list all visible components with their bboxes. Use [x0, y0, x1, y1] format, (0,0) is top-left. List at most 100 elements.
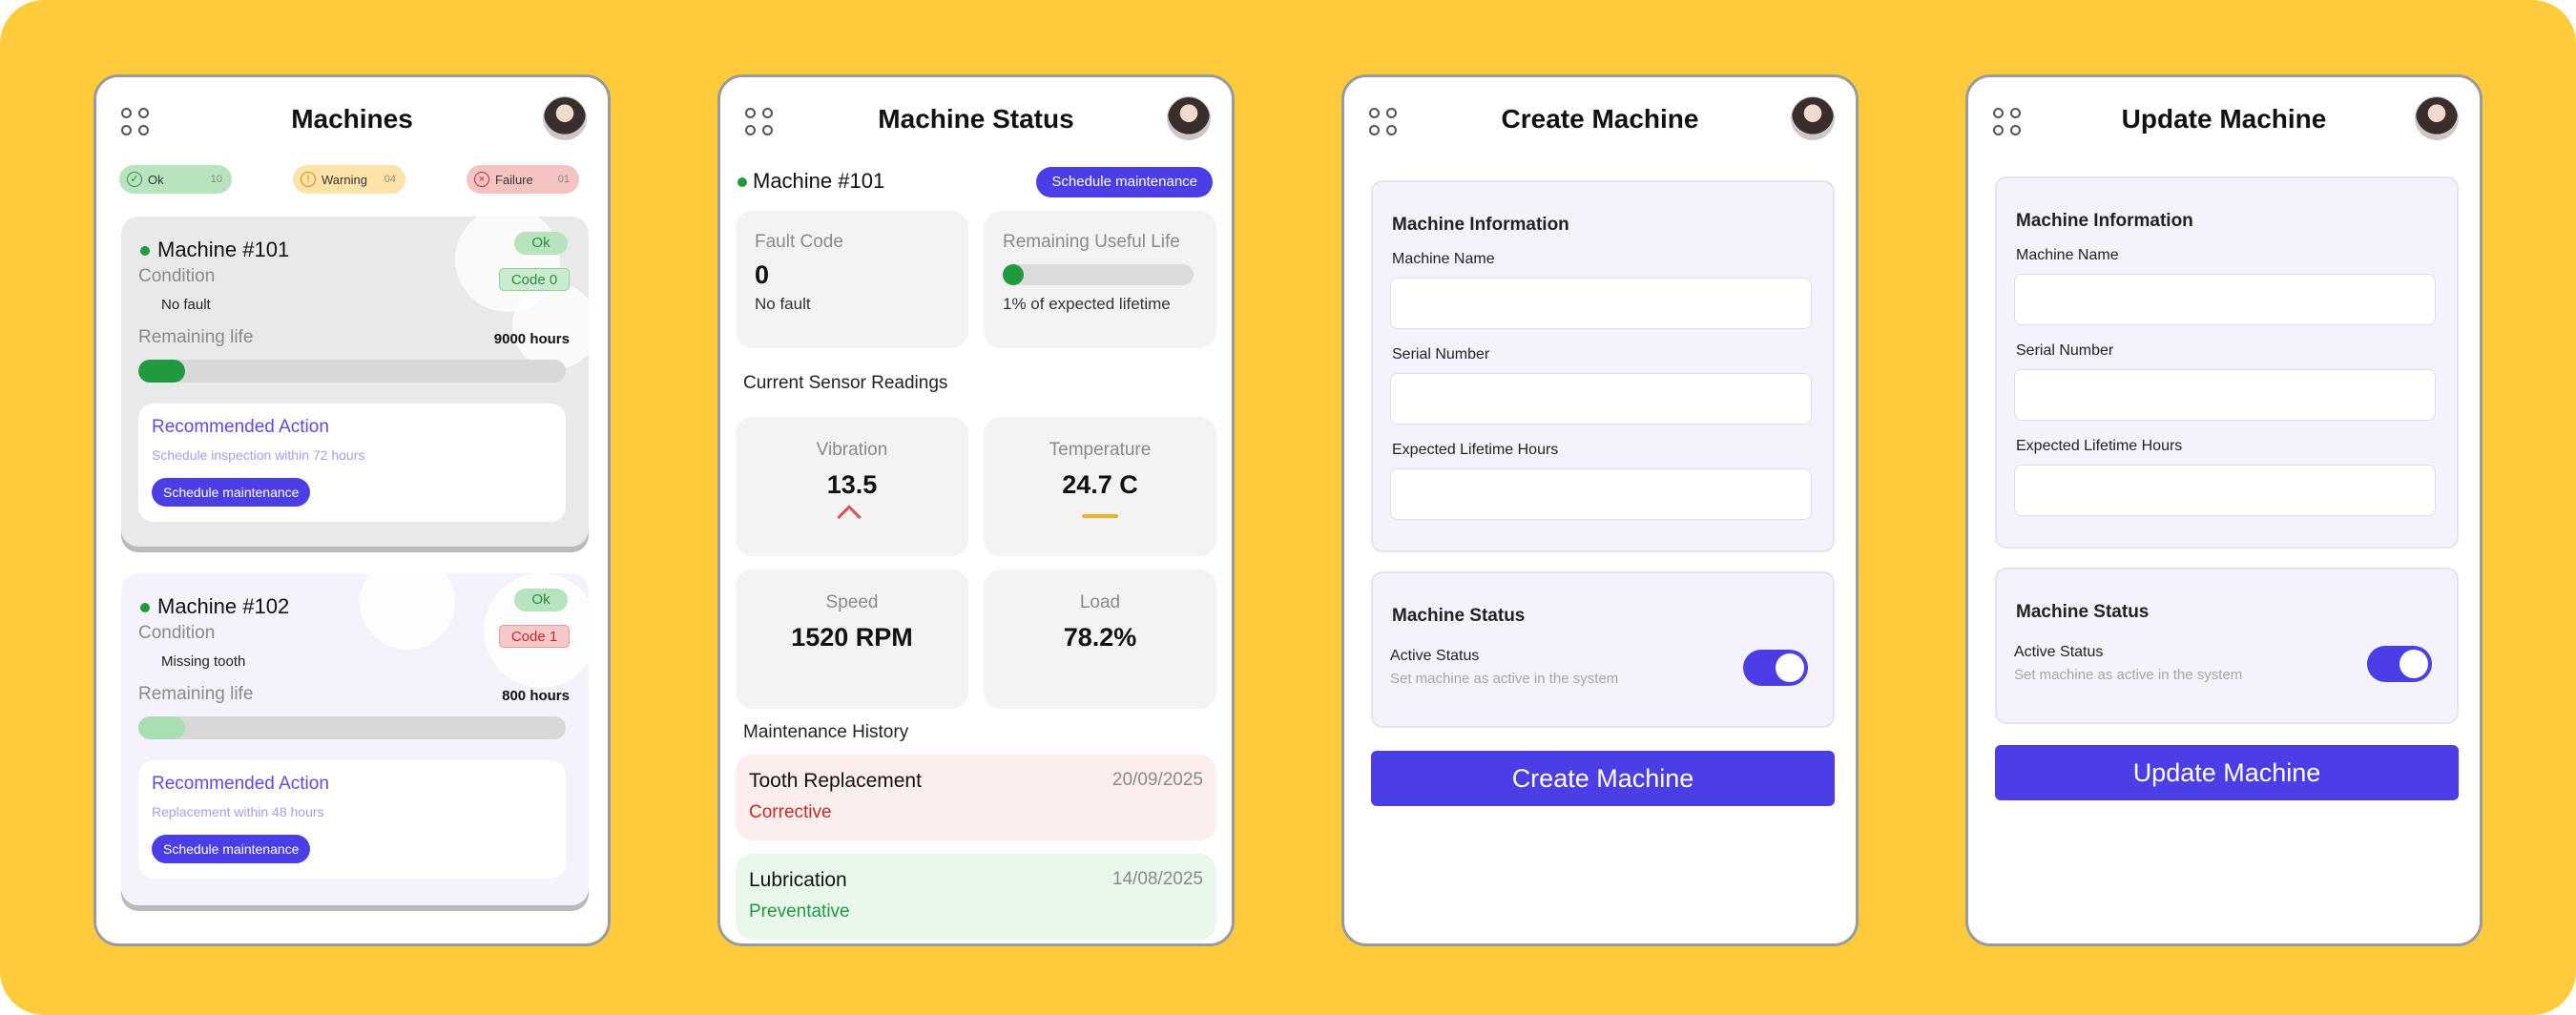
rul-desc: 1% of expected lifetime [1003, 295, 1171, 313]
condition-value: Missing tooth [161, 653, 246, 670]
remaining-hours: 800 hours [502, 688, 570, 704]
active-status-description: Set machine as active in the system [1390, 671, 1619, 687]
life-progress-fill [138, 716, 186, 739]
lifetime-hours-input[interactable] [1390, 468, 1812, 520]
machine-card[interactable]: Machine #101 Ok Code 0 Condition No faul… [121, 217, 589, 547]
x-circle-icon: × [474, 172, 489, 187]
recommended-action: Recommended Action Schedule inspection w… [138, 404, 566, 522]
gear-decoration [512, 283, 589, 369]
machine-name-label: Machine Name [2016, 247, 2119, 263]
serial-number-input[interactable] [2014, 369, 2436, 421]
sensor-value: 1520 RPM [791, 623, 913, 652]
sensor-label: Load [1079, 592, 1121, 612]
lifetime-hours-input[interactable] [2014, 465, 2436, 516]
machine-name: Machine #101 [157, 238, 290, 261]
update-machine-button[interactable]: Update Machine [1995, 745, 2459, 800]
serial-number-label: Serial Number [2016, 342, 2114, 359]
machine-name-input[interactable] [2014, 274, 2436, 325]
filter-warning-count: 04 [384, 174, 396, 185]
sensor-tile-load: Load 78.2% [984, 570, 1216, 709]
chevron-up-icon [837, 505, 862, 529]
remaining-life-label: Remaining life [138, 327, 254, 347]
active-status-label: Active Status [2014, 644, 2104, 660]
rul-progress-fill [1003, 264, 1024, 285]
filter-ok-count: 10 [210, 174, 222, 185]
rec-subtitle: Replacement within 48 hours [152, 804, 324, 819]
sensor-value: 24.7 C [1062, 470, 1138, 499]
machine-name-input[interactable] [1390, 278, 1812, 329]
section-title: Machine Status [1392, 606, 1526, 626]
status-badge: Ok [514, 589, 568, 611]
schedule-maintenance-button[interactable]: Schedule maintenance [1036, 167, 1213, 197]
serial-number-input[interactable] [1390, 373, 1812, 425]
rec-title: Recommended Action [152, 774, 329, 794]
sensor-value: 78.2% [1063, 623, 1137, 652]
page-title: Create Machine [1501, 104, 1699, 134]
page-title: Machine Status [878, 104, 1074, 134]
avatar[interactable] [1167, 96, 1211, 140]
avatar[interactable] [2415, 96, 2459, 140]
dash-icon [1082, 514, 1118, 518]
remaining-hours: 9000 hours [493, 331, 570, 347]
active-status-toggle[interactable] [2367, 646, 2432, 682]
status-badge: Ok [514, 232, 568, 255]
lifetime-hours-label: Expected Lifetime Hours [2016, 438, 2183, 454]
lifetime-hours-label: Expected Lifetime Hours [1392, 442, 1559, 458]
fault-code-label: Fault Code [755, 232, 843, 252]
history-item[interactable]: Lubrication 14/08/2025 Preventative [736, 854, 1216, 940]
avatar[interactable] [1791, 96, 1835, 140]
history-date: 20/09/2025 [1111, 770, 1203, 790]
fault-code-tag: Code 1 [499, 625, 570, 648]
sensor-readings-heading: Current Sensor Readings [743, 373, 948, 393]
active-status-label: Active Status [1390, 648, 1480, 664]
sensor-value: 13.5 [826, 470, 878, 499]
toggle-knob [2399, 650, 2428, 678]
create-machine-screen: Create Machine Machine Information Machi… [1341, 74, 1859, 946]
sensor-label: Temperature [1049, 440, 1152, 460]
remaining-life-label: Remaining life [138, 684, 254, 704]
header: Machines [96, 77, 608, 167]
history-type: Preventative [749, 901, 850, 922]
schedule-maintenance-button[interactable]: Schedule maintenance [152, 478, 311, 507]
rul-progress [1003, 264, 1194, 285]
page-title: Update Machine [2121, 104, 2327, 134]
machine-name: Machine #101 [753, 169, 885, 193]
check-circle-icon: ✓ [127, 172, 142, 187]
avatar[interactable] [543, 96, 587, 140]
update-machine-screen: Update Machine Machine Information Machi… [1965, 74, 2483, 946]
condition-value: No fault [161, 297, 211, 313]
machine-card[interactable]: Machine #102 Ok Code 1 Condition Missing… [121, 573, 589, 905]
rec-subtitle: Schedule inspection within 72 hours [152, 447, 365, 463]
history-title: Lubrication [749, 869, 847, 891]
condition-label: Condition [138, 266, 216, 286]
filter-ok[interactable]: ✓ Ok 10 [119, 165, 232, 194]
fault-code-tile: Fault Code 0 No fault [736, 211, 968, 348]
life-progress [138, 360, 566, 383]
sensor-label: Vibration [816, 440, 888, 460]
status-filter: ✓ Ok 10 ! Warning 04 × Failure 01 [119, 165, 579, 194]
machine-information-section: Machine Information Machine Name Serial … [1371, 180, 1835, 552]
rul-tile: Remaining Useful Life 1% of expected lif… [984, 211, 1216, 348]
header: Create Machine [1344, 77, 1856, 167]
fault-code-tag: Code 0 [499, 268, 570, 291]
machine-status-section: Machine Status Active Status Set machine… [1995, 568, 2459, 724]
life-progress-fill [138, 360, 186, 383]
create-machine-button[interactable]: Create Machine [1371, 751, 1835, 806]
status-dot [140, 603, 150, 612]
canvas: Machines ✓ Ok 10 ! Warning 04 × Failure … [0, 0, 2576, 1015]
history-item[interactable]: Tooth Replacement 20/09/2025 Corrective [736, 755, 1216, 840]
schedule-maintenance-button[interactable]: Schedule maintenance [152, 835, 311, 863]
fault-code-value: 0 [755, 260, 770, 289]
filter-failure[interactable]: × Failure 01 [467, 165, 579, 194]
active-status-toggle[interactable] [1743, 650, 1808, 686]
fault-code-desc: No fault [755, 295, 811, 313]
exclamation-circle-icon: ! [301, 172, 316, 187]
section-title: Machine Status [2016, 602, 2150, 622]
sensor-tile-temperature: Temperature 24.7 C [984, 417, 1216, 556]
filter-warning[interactable]: ! Warning 04 [293, 165, 405, 194]
status-dot [737, 177, 747, 187]
section-title: Machine Information [2016, 211, 2193, 231]
page-title: Machines [291, 104, 413, 134]
rec-title: Recommended Action [152, 417, 329, 437]
life-progress [138, 716, 566, 739]
